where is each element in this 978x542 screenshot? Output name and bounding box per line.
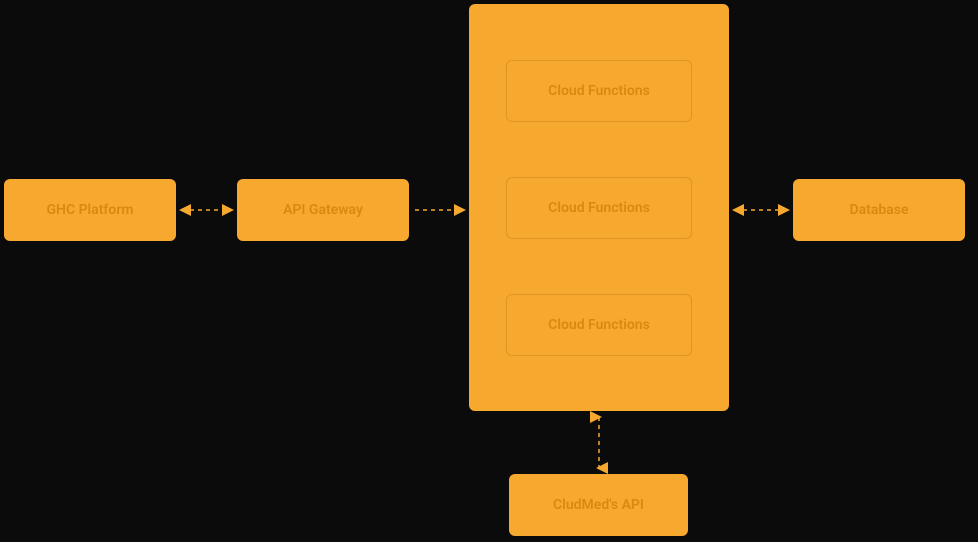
node-api-gateway: API Gateway [237,179,409,241]
node-database: Database [793,179,965,241]
node-label: CludMed's API [553,497,644,513]
node-ghc-platform: GHC Platform [4,179,176,241]
node-cloud-functions-3: Cloud Functions [506,294,692,356]
node-label: API Gateway [283,202,363,218]
node-label: Cloud Functions [548,200,650,216]
node-label: GHC Platform [46,202,133,218]
node-cludmed-api: CludMed's API [509,474,688,536]
node-label: Database [850,202,909,218]
node-cloud-functions-1: Cloud Functions [506,60,692,122]
node-cloud-functions-2: Cloud Functions [506,177,692,239]
node-label: Cloud Functions [548,317,650,333]
node-label: Cloud Functions [548,83,650,99]
architecture-diagram: GHC Platform API Gateway Cloud Functions… [0,0,978,542]
node-cloud-functions-container: Cloud Functions Cloud Functions Cloud Fu… [469,4,729,411]
